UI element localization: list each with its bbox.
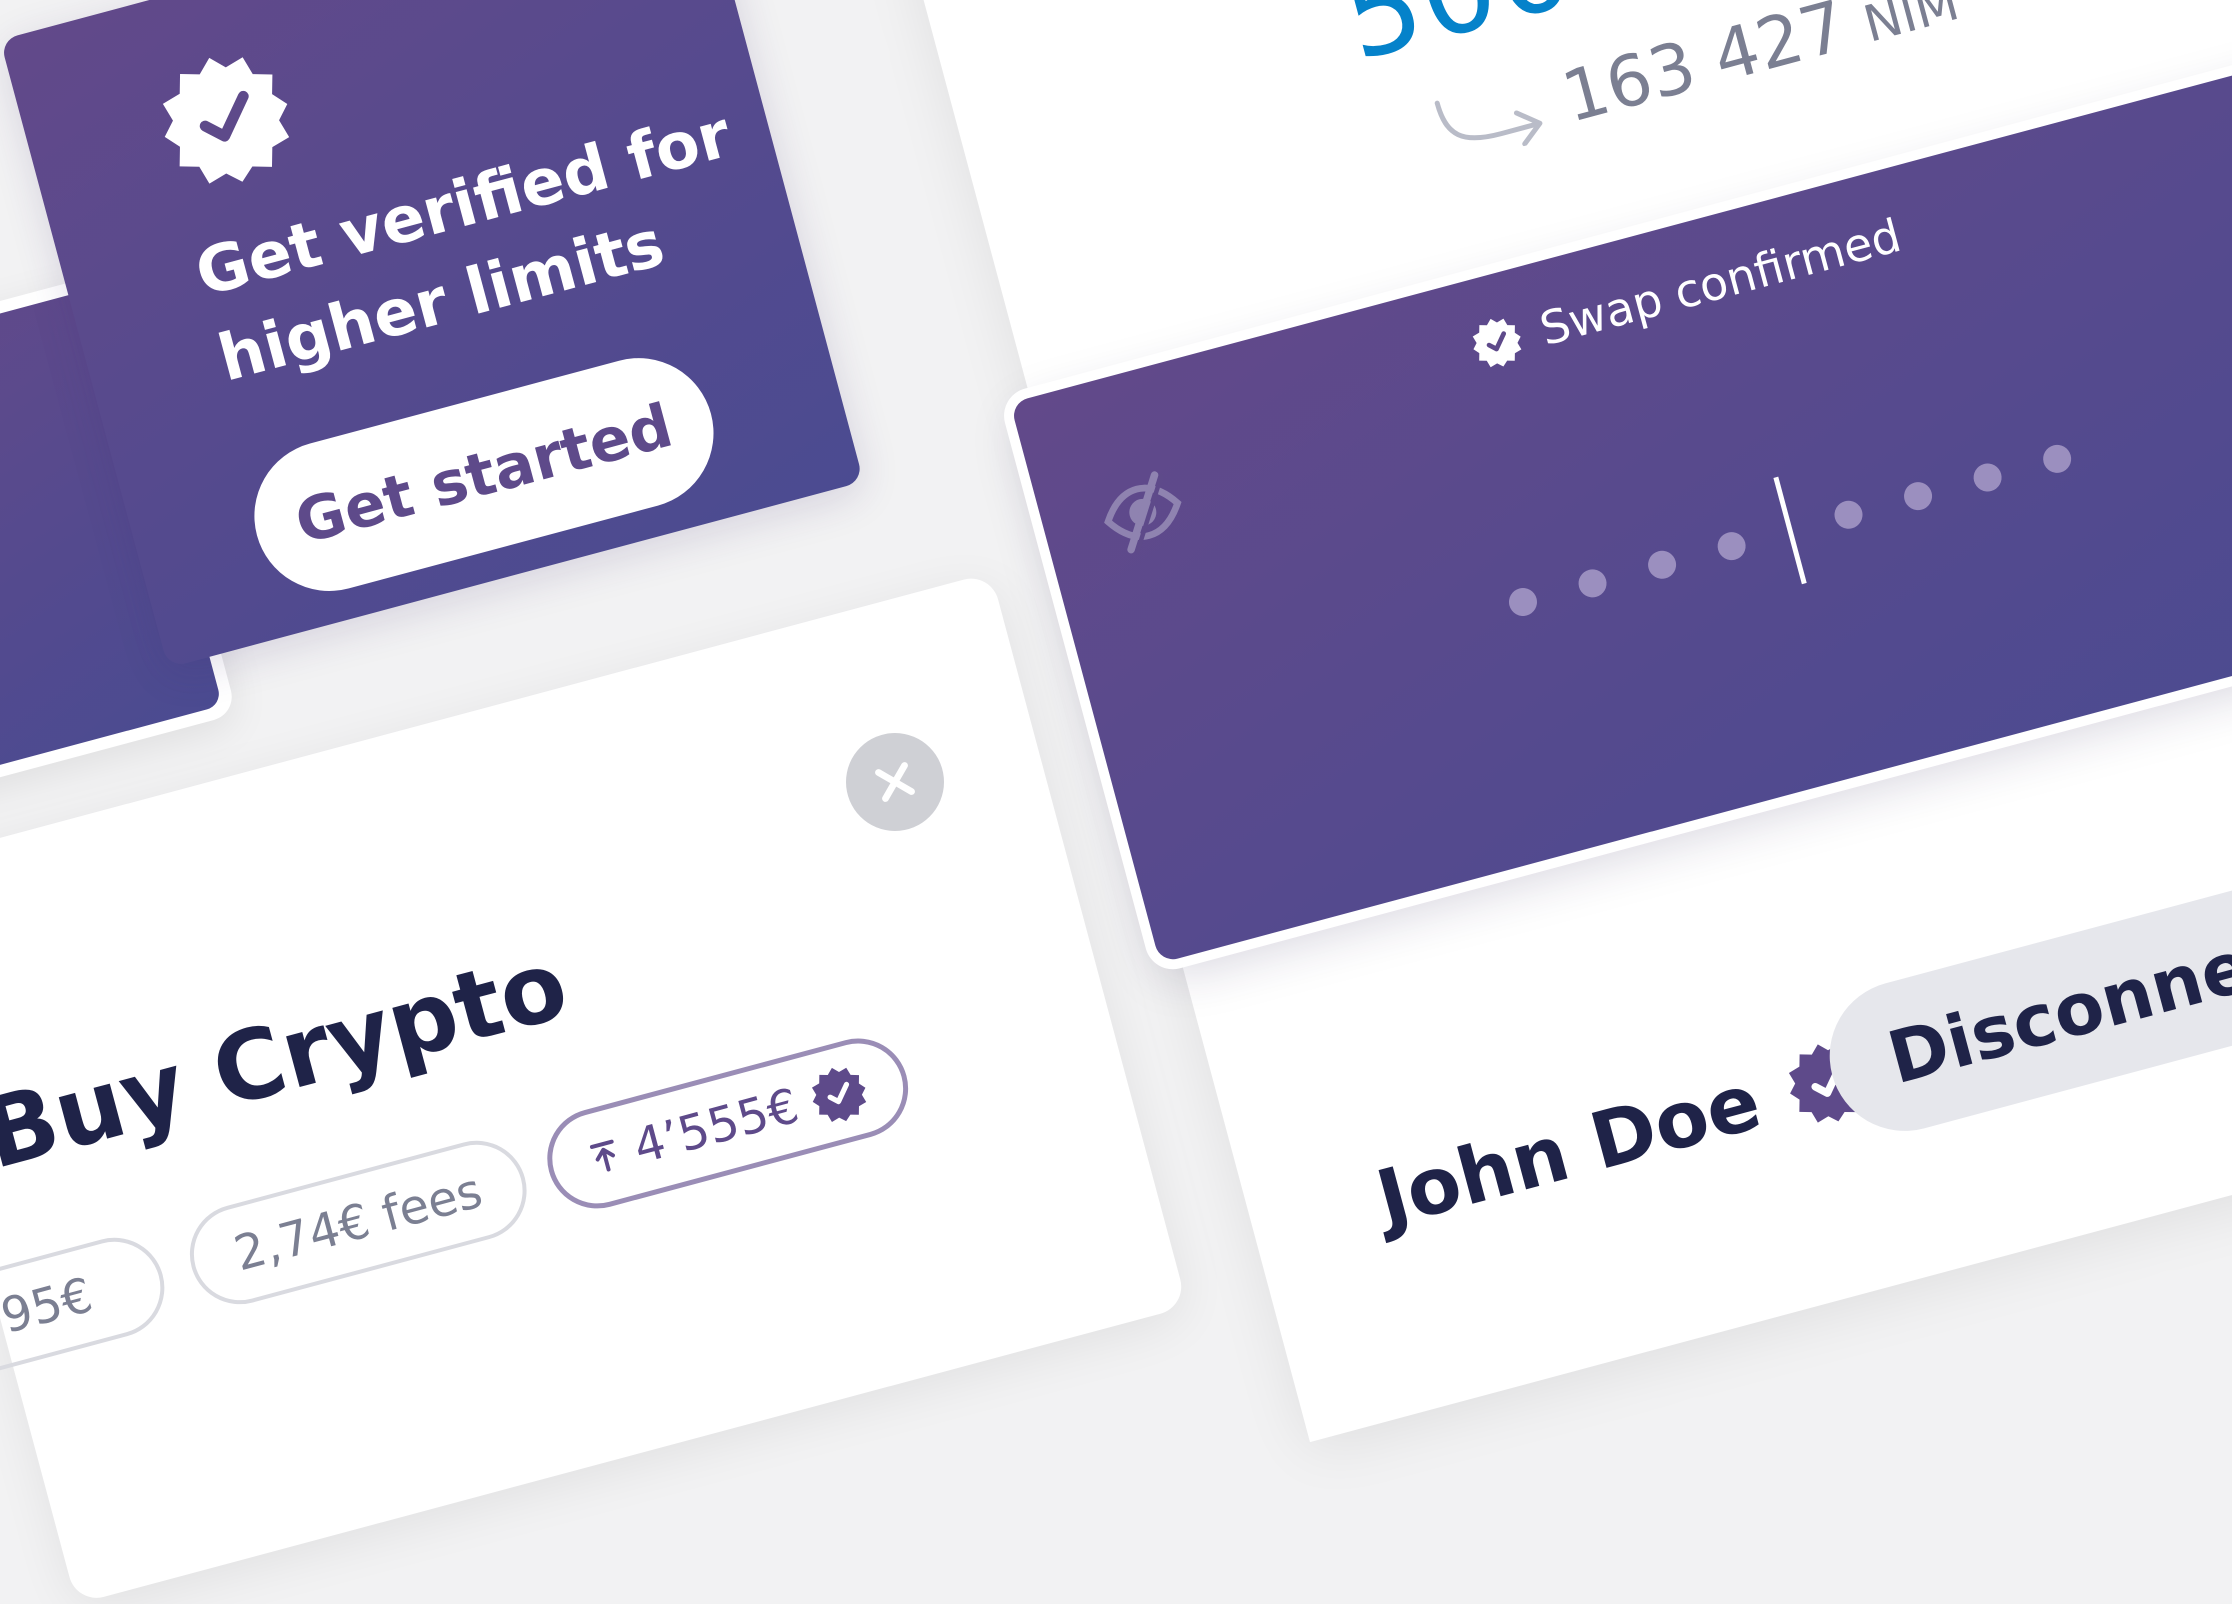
hidden-value-dots — [1495, 402, 2085, 659]
dot — [1900, 479, 1936, 514]
limit-chip-label: 4’555€ — [627, 1077, 805, 1176]
text-cursor — [1773, 476, 1807, 585]
get-started-label: Get started — [288, 390, 680, 559]
limit-chip[interactable]: 4’555€ — [536, 1027, 920, 1220]
fees-chip-label: 2,74€ fees — [228, 1162, 488, 1283]
close-button[interactable] — [846, 733, 944, 831]
verified-badge-icon — [143, 35, 308, 200]
arrow-up-to-line-icon — [589, 1139, 615, 1172]
price-chip: 95€ — [0, 1226, 176, 1386]
price-chip-label: 95€ — [0, 1267, 99, 1345]
dot — [1644, 547, 1680, 582]
eye-slash-icon — [1104, 471, 1182, 554]
dot — [1575, 566, 1610, 601]
hide-toggle[interactable] — [1088, 457, 1198, 567]
curved-arrow-icon — [1434, 100, 1543, 147]
dot — [1505, 584, 1541, 620]
close-icon — [875, 762, 915, 802]
dot — [1714, 528, 1749, 564]
fees-chip: 2,74€ fees — [178, 1129, 538, 1316]
dot — [2039, 441, 2075, 477]
dot — [1831, 497, 1866, 532]
crypto-unit: NIM — [1857, 0, 1965, 54]
verified-badge-icon — [811, 1067, 867, 1122]
dot — [1970, 460, 2005, 495]
verified-badge-icon — [1472, 318, 1522, 368]
